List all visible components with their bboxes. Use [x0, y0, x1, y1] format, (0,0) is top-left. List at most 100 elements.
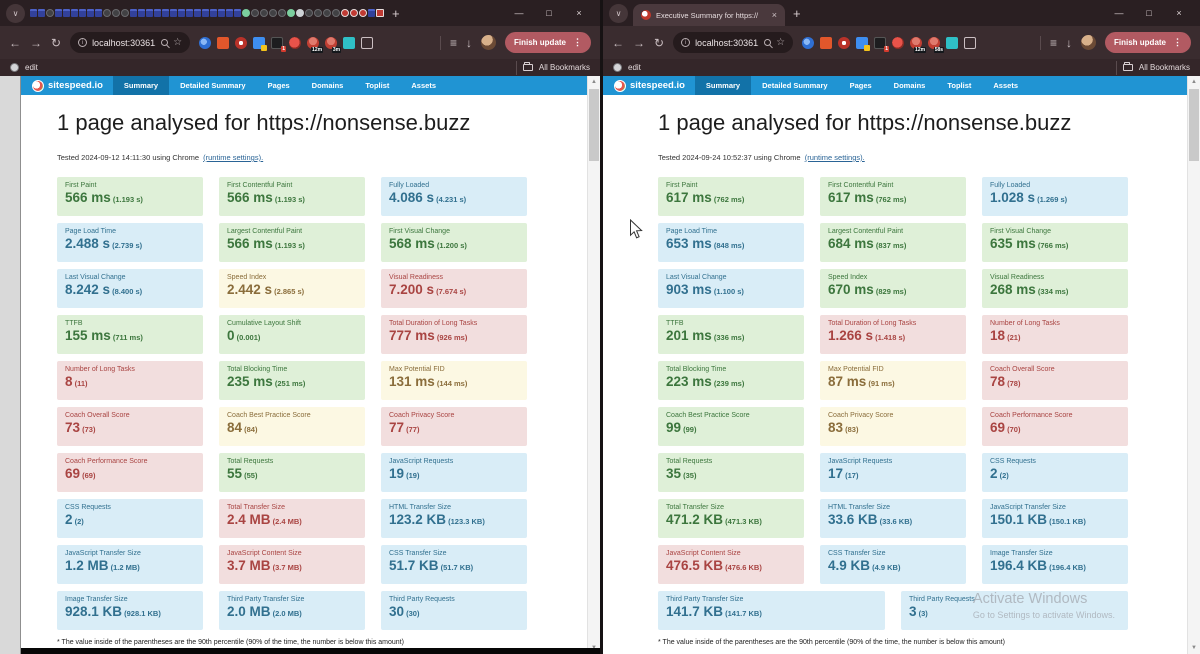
report-nav-tab[interactable]: Pages: [257, 76, 301, 95]
tab-favicon[interactable]: [296, 9, 304, 17]
sitespeed-logo[interactable]: sitespeed.io: [21, 76, 113, 95]
reading-list-icon[interactable]: ≡: [450, 37, 457, 49]
menu-dots-icon[interactable]: ⋮: [573, 37, 582, 48]
tab-favicon[interactable]: [63, 9, 70, 17]
tab-favicon[interactable]: [350, 9, 358, 17]
report-nav-tab[interactable]: Assets: [400, 76, 447, 95]
tab-favicon[interactable]: [112, 9, 120, 17]
tab-favicon[interactable]: [332, 9, 340, 17]
scrollbar-thumb[interactable]: [1189, 89, 1199, 161]
tab-favicon[interactable]: [359, 9, 367, 17]
close-button[interactable]: ×: [1164, 0, 1194, 26]
report-nav-tab[interactable]: Domains: [883, 76, 937, 95]
forward-button[interactable]: →: [633, 37, 645, 49]
extension-save-icon[interactable]: [343, 37, 355, 49]
all-bookmarks-button[interactable]: All Bookmarks: [1139, 63, 1190, 72]
tab-favicon[interactable]: [103, 9, 111, 17]
back-button[interactable]: ←: [612, 37, 624, 49]
tab-favicon[interactable]: [30, 9, 37, 17]
extension-blue-icon[interactable]: [802, 37, 814, 49]
extension-docs-icon[interactable]: [856, 37, 868, 49]
new-tab-button[interactable]: +: [392, 6, 400, 21]
maximize-button[interactable]: □: [1134, 0, 1164, 26]
bookmark-edit[interactable]: edit: [25, 63, 38, 72]
tab-favicon[interactable]: [87, 9, 94, 17]
site-info-icon[interactable]: i: [681, 38, 690, 47]
runtime-settings-link[interactable]: (runtime settings).: [203, 153, 263, 162]
tab-favicon[interactable]: [278, 9, 286, 17]
extension-camera-icon[interactable]: 1: [271, 37, 283, 49]
report-nav-tab[interactable]: Summary: [695, 76, 751, 95]
maximize-button[interactable]: □: [534, 0, 564, 26]
extension-timer-icon[interactable]: 58s: [928, 37, 940, 49]
extensions-puzzle-icon[interactable]: [361, 37, 373, 49]
extension-red-dot-icon[interactable]: [838, 37, 850, 49]
reading-list-icon[interactable]: ≡: [1050, 37, 1057, 49]
scroll-up-icon[interactable]: ▲: [588, 76, 600, 88]
tab-favicon[interactable]: [178, 9, 185, 17]
tab-favicon[interactable]: [376, 9, 384, 17]
page-scrollbar[interactable]: ▲ ▼: [587, 76, 600, 654]
reload-button[interactable]: ↻: [654, 37, 664, 49]
extension-docs-icon[interactable]: [253, 37, 265, 49]
back-button[interactable]: ←: [9, 37, 21, 49]
bookmark-star-icon[interactable]: ☆: [776, 37, 785, 48]
finish-update-button[interactable]: Finish update ⋮: [505, 32, 591, 53]
tab-favicon[interactable]: [341, 9, 349, 17]
tab-favicon[interactable]: [38, 9, 45, 17]
minimize-button[interactable]: —: [504, 0, 534, 26]
extension-timer-icon[interactable]: 12m: [307, 37, 319, 49]
extension-timer-icon[interactable]: 12m: [910, 37, 922, 49]
forward-button[interactable]: →: [30, 37, 42, 49]
new-tab-button[interactable]: +: [793, 6, 801, 21]
extension-s-icon[interactable]: [892, 37, 904, 49]
search-icon[interactable]: [161, 39, 168, 46]
menu-dots-icon[interactable]: ⋮: [1173, 37, 1182, 48]
site-info-icon[interactable]: i: [78, 38, 87, 47]
close-button[interactable]: ×: [564, 0, 594, 26]
bookmark-edit[interactable]: edit: [628, 63, 641, 72]
finish-update-button[interactable]: Finish update ⋮: [1105, 32, 1191, 53]
tab-favicon[interactable]: [226, 9, 233, 17]
tab-search-button[interactable]: ∨: [6, 4, 25, 23]
tab-search-button[interactable]: ∨: [609, 4, 628, 23]
search-icon[interactable]: [764, 39, 771, 46]
tab-favicon[interactable]: [218, 9, 225, 17]
extension-timer-icon[interactable]: 3m: [325, 37, 337, 49]
tab-favicon[interactable]: [194, 9, 201, 17]
tab-favicon[interactable]: [79, 9, 86, 17]
tab-favicon[interactable]: [138, 9, 145, 17]
tab-favicon[interactable]: [287, 9, 295, 17]
extension-camera-icon[interactable]: 1: [874, 37, 886, 49]
tab-favicon[interactable]: [162, 9, 169, 17]
tab-close-icon[interactable]: ×: [772, 10, 777, 20]
downloads-icon[interactable]: ↓: [466, 37, 472, 49]
report-nav-tab[interactable]: Detailed Summary: [751, 76, 838, 95]
scroll-up-icon[interactable]: ▲: [1188, 76, 1200, 88]
all-bookmarks-button[interactable]: All Bookmarks: [539, 63, 590, 72]
report-nav-tab[interactable]: Toplist: [354, 76, 400, 95]
report-nav-tab[interactable]: Detailed Summary: [169, 76, 256, 95]
tab-favicon[interactable]: [269, 9, 277, 17]
tab-favicon[interactable]: [368, 9, 375, 17]
runtime-settings-link[interactable]: (runtime settings).: [805, 153, 865, 162]
tab-favicon[interactable]: [260, 9, 268, 17]
tab-favicon[interactable]: [186, 9, 193, 17]
tab-favicon[interactable]: [95, 9, 102, 17]
profile-avatar[interactable]: [481, 35, 496, 50]
scroll-down-icon[interactable]: ▼: [1188, 642, 1200, 654]
tab-favicon[interactable]: [46, 9, 54, 17]
scrollbar-thumb[interactable]: [589, 89, 599, 161]
extension-blue-icon[interactable]: [199, 37, 211, 49]
extension-orange-icon[interactable]: [820, 37, 832, 49]
bookmark-star-icon[interactable]: ☆: [173, 37, 182, 48]
report-nav-tab[interactable]: Summary: [113, 76, 169, 95]
profile-avatar[interactable]: [1081, 35, 1096, 50]
report-nav-tab[interactable]: Pages: [839, 76, 883, 95]
reload-button[interactable]: ↻: [51, 37, 61, 49]
tab-favicon[interactable]: [121, 9, 129, 17]
browser-tab[interactable]: Executive Summary for https:// ×: [633, 4, 785, 26]
tab-favicon[interactable]: [55, 9, 62, 17]
downloads-icon[interactable]: ↓: [1066, 37, 1072, 49]
page-scrollbar[interactable]: ▲ ▼: [1187, 76, 1200, 654]
